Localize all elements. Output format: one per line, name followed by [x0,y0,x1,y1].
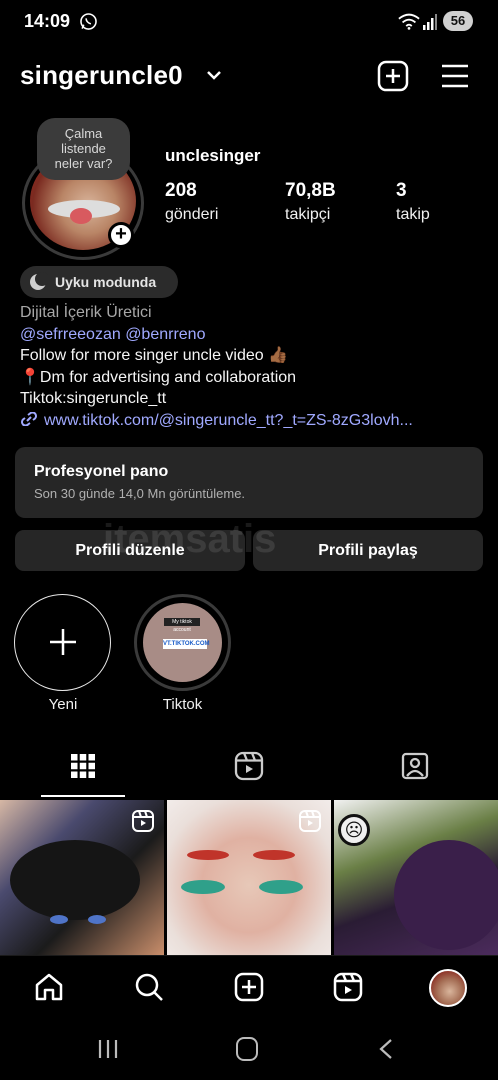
posts-count: 208 [165,180,197,201]
bio: Dijital İçerik Üretici @sefrreeozan @ben… [20,302,490,431]
following-stat[interactable]: 3 takip [396,180,430,224]
dashboard-subtitle: Son 30 günde 14,0 Mn görüntüleme. [34,486,246,501]
note-line: listende [61,141,106,156]
followers-stat[interactable]: 70,8B takipçi [285,180,336,224]
note-line: neler var? [54,156,113,171]
post-thumbnail[interactable] [0,800,164,955]
tab-reels[interactable] [166,745,332,797]
create-post-icon[interactable] [377,60,409,92]
reel-icon [132,810,154,832]
tiktok-highlight[interactable]: My tiktok account VT.TIKTOK.COM Tiktok [134,594,231,713]
highlight-label: Tiktok [162,696,203,713]
followers-count: 70,8B [285,180,336,201]
create-icon[interactable] [233,971,265,1003]
profile-tabs [0,745,498,797]
reels-nav-icon[interactable] [332,971,364,1003]
post-thumbnail[interactable] [167,800,331,955]
chevron-down-icon[interactable] [205,68,223,82]
moon-icon [30,272,48,290]
status-time: 14:09 [24,11,71,31]
note-line: Çalma [64,126,103,141]
home-icon[interactable] [33,971,65,1003]
profile-nav-avatar[interactable] [429,969,467,1007]
sleep-mode-label: Uyku modunda [55,274,157,290]
grid-icon [71,754,95,778]
reels-icon [234,751,264,781]
menu-icon[interactable] [440,62,470,90]
mention-link[interactable]: @sefrreeozan [20,326,121,343]
category-label: Dijital İçerik Üretici [20,304,152,321]
display-name: unclesinger [165,146,261,165]
sleep-mode-chip[interactable]: Uyku modunda [20,266,178,298]
note-bubble[interactable]: Çalma listende neler var? [37,118,130,180]
active-tab-indicator [41,795,125,797]
bio-link-text: www.tiktok.com/@singeruncle_tt?_t=ZS-8zG… [44,411,413,429]
mention-link[interactable]: @benrreno [125,326,205,343]
dashboard-title: Profesyonel pano [34,463,169,480]
home-button-icon[interactable] [236,1037,258,1061]
system-navigation-bar [0,1021,498,1080]
bio-line: Tiktok:singeruncle_tt [20,390,167,407]
bottom-navigation [0,955,498,1021]
reel-icon [299,810,321,832]
profile-header: singeruncle0 [0,52,498,100]
recents-icon[interactable] [96,1037,120,1061]
bio-link[interactable]: www.tiktok.com/@singeruncle_tt?_t=ZS-8zG… [20,410,490,432]
share-profile-button[interactable]: Profili paylaş [253,530,483,571]
highlight-thumb-text: My tiktok account [164,618,200,633]
search-icon[interactable] [133,971,165,1003]
professional-dashboard-card[interactable]: Profesyonel pano Son 30 günde 14,0 Mn gö… [15,447,483,518]
wifi-icon [398,13,420,30]
status-bar: 14:09 56 [0,0,498,44]
posts-label: gönderi [165,206,219,223]
tab-grid[interactable] [0,745,166,797]
posts-grid: ☹ [0,800,498,955]
bio-line: 📍Dm for advertising and collaboration [20,368,297,386]
sad-face-icon: ☹ [338,814,370,846]
add-story-plus-icon[interactable]: + [108,222,134,248]
back-icon[interactable] [376,1037,396,1061]
tagged-icon [401,752,429,780]
tab-tagged[interactable] [332,745,498,797]
signal-icon [423,14,437,30]
username-switcher[interactable]: singeruncle0 [20,60,183,91]
whatsapp-icon [80,13,97,30]
followers-label: takipçi [285,206,331,223]
post-thumbnail[interactable]: ☹ [334,800,498,955]
link-icon [20,411,38,426]
new-highlight[interactable]: Yeni [14,594,112,713]
plus-icon [50,629,76,655]
posts-stat[interactable]: 208 gönderi [165,180,218,224]
following-label: takip [396,206,430,223]
battery-indicator: 56 [443,11,473,31]
highlight-label: Yeni [48,696,78,713]
edit-profile-button[interactable]: Profili düzenle [15,530,245,571]
bio-line: Follow for more singer uncle video 👍🏾 [20,347,289,364]
following-count: 3 [396,180,407,201]
highlight-thumb-text: VT.TIKTOK.COM [163,639,210,649]
